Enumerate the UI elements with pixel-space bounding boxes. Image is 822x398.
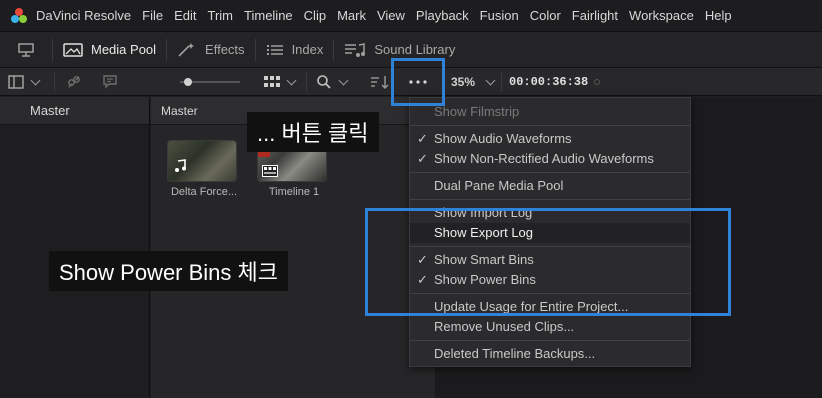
- callout-show-power-bins: Show Power Bins 체크: [49, 251, 289, 291]
- media-pool-icon: [63, 42, 83, 57]
- menu-item-deleted-timeline-backups[interactable]: Deleted Timeline Backups...: [410, 344, 690, 364]
- menu-workspace[interactable]: Workspace: [629, 8, 702, 23]
- menu-item-label: Show Filmstrip: [434, 104, 520, 119]
- menu-item-label: Deleted Timeline Backups...: [434, 346, 596, 361]
- unlink-icon: [68, 76, 80, 88]
- menu-edit[interactable]: Edit: [174, 8, 204, 23]
- chevron-down-icon: [30, 75, 41, 85]
- magic-wand-icon: [178, 42, 195, 57]
- speech-bubble-icon: [103, 75, 117, 89]
- tab-media-pool-label: Media Pool: [91, 42, 157, 57]
- checkmark-icon: ✓: [417, 131, 428, 146]
- tab-effects-label: Effects: [205, 42, 245, 57]
- timecode-value: 00:00:36:38: [509, 75, 589, 89]
- highlight-bins-options: [365, 208, 731, 316]
- highlight-more-options: [391, 58, 445, 106]
- sound-library-icon: [345, 42, 366, 57]
- timeline-label: Timeline 1: [268, 186, 320, 198]
- menu-item-show-filmstrip[interactable]: Show Filmstrip: [410, 102, 690, 122]
- zoom-dropdown[interactable]: 35%: [451, 68, 496, 96]
- chevron-down-icon: [286, 75, 297, 85]
- timeline-icon: [262, 165, 278, 177]
- toolbar-divider: [306, 73, 307, 91]
- menu-item-show-non-rectified-waveforms[interactable]: ✓ Show Non-Rectified Audio Waveforms: [410, 149, 690, 169]
- menu-playback[interactable]: Playback: [416, 8, 477, 23]
- menu-trim[interactable]: Trim: [208, 8, 242, 23]
- status-dot-icon: [594, 79, 600, 85]
- menu-mark[interactable]: Mark: [337, 8, 374, 23]
- menu-help[interactable]: Help: [705, 8, 740, 23]
- comment-button[interactable]: [102, 68, 118, 96]
- menu-view[interactable]: View: [377, 8, 413, 23]
- tab-index-label: Index: [291, 42, 324, 57]
- link-button[interactable]: [66, 68, 82, 96]
- davinci-resolve-logo-icon[interactable]: [10, 7, 28, 25]
- chevron-down-icon: [338, 75, 349, 85]
- toolbar-divider: [54, 73, 55, 91]
- sort-icon: [371, 76, 389, 89]
- tab-effects[interactable]: Effects: [167, 32, 255, 68]
- tab-monitor[interactable]: [0, 32, 52, 68]
- view-mode-button[interactable]: [264, 68, 297, 96]
- zoom-value: 35%: [451, 75, 476, 89]
- search-icon: [317, 75, 331, 89]
- clip-item[interactable]: Delta Force...: [167, 140, 241, 198]
- callout-button-click: ... 버튼 클릭: [247, 112, 379, 152]
- media-pool-header-label: Master: [161, 104, 198, 118]
- list-icon: [266, 44, 283, 55]
- tab-media-pool[interactable]: Media Pool: [53, 32, 166, 68]
- panel-layout-button[interactable]: [8, 68, 41, 96]
- menu-timeline[interactable]: Timeline: [244, 8, 301, 23]
- menu-item-label: Show Non-Rectified Audio Waveforms: [434, 151, 654, 166]
- timecode-display[interactable]: 00:00:36:38: [509, 68, 588, 96]
- timecode-indicator: [594, 68, 600, 96]
- grid-view-icon: [264, 76, 280, 87]
- menu-divider: [410, 172, 690, 173]
- music-note-icon: [175, 159, 186, 172]
- bin-master[interactable]: Master: [0, 97, 149, 125]
- bin-list-panel: Master: [0, 97, 150, 398]
- sort-button[interactable]: [370, 68, 390, 96]
- clip-label: Delta Force...: [170, 186, 238, 198]
- menu-item-remove-unused-clips[interactable]: Remove Unused Clips...: [410, 317, 690, 337]
- bin-master-label: Master: [30, 103, 70, 118]
- tab-sound-library-label: Sound Library: [374, 42, 456, 57]
- slider-track: [180, 78, 240, 86]
- menu-item-show-audio-waveforms[interactable]: ✓ Show Audio Waveforms: [410, 129, 690, 149]
- menu-item-dual-pane-media-pool[interactable]: Dual Pane Media Pool: [410, 176, 690, 196]
- menu-divider: [410, 199, 690, 200]
- menu-divider: [410, 340, 690, 341]
- menu-item-label: Dual Pane Media Pool: [434, 178, 564, 193]
- chevron-down-icon: [485, 75, 496, 85]
- tab-index[interactable]: Index: [256, 32, 334, 68]
- menu-davinci-resolve[interactable]: DaVinci Resolve: [36, 8, 139, 23]
- menu-file[interactable]: File: [142, 8, 171, 23]
- menu-color[interactable]: Color: [530, 8, 569, 23]
- menu-fusion[interactable]: Fusion: [480, 8, 527, 23]
- menu-bar: DaVinci Resolve File Edit Trim Timeline …: [0, 0, 822, 32]
- checkmark-icon: ✓: [417, 151, 428, 166]
- menu-item-label: Show Audio Waveforms: [434, 131, 572, 146]
- toolbar-divider: [501, 73, 502, 91]
- thumbnail-size-slider[interactable]: [180, 68, 240, 96]
- menu-divider: [410, 125, 690, 126]
- slider-knob[interactable]: [184, 78, 192, 86]
- sidebar-toggle-icon: [8, 75, 24, 89]
- menu-fairlight[interactable]: Fairlight: [572, 8, 626, 23]
- search-button[interactable]: [316, 68, 349, 96]
- menu-item-label: Remove Unused Clips...: [434, 319, 575, 334]
- menu-clip[interactable]: Clip: [304, 8, 334, 23]
- clip-thumbnail: [167, 140, 237, 182]
- monitor-icon: [18, 42, 34, 57]
